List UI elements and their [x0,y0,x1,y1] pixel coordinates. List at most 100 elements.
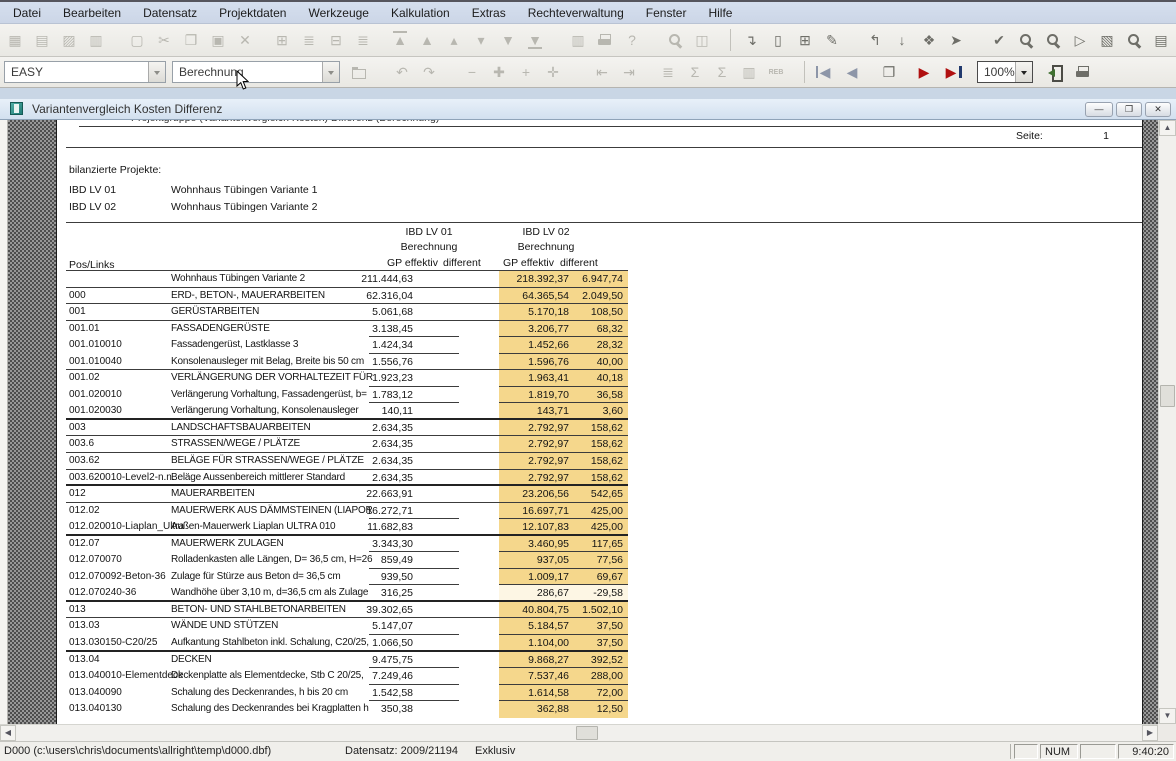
undo-icon[interactable]: ↶ [391,61,413,83]
form-view-icon[interactable]: ▥ [567,29,589,51]
menu-item-extras[interactable]: Extras [461,4,517,22]
vertical-scrollbar[interactable]: ▲ ▼ [1158,120,1176,724]
search-next-icon[interactable] [1042,29,1064,51]
move-page-down-icon[interactable]: ▼ [497,29,519,51]
cell-pos: 012.02 [69,503,100,520]
branch-down-icon[interactable]: ↓ [891,29,913,51]
help-icon[interactable]: ? [621,29,643,51]
view-combo-dropdown-button[interactable] [322,62,339,82]
menu-item-hilfe[interactable]: Hilfe [697,4,743,22]
check-document-icon[interactable]: ✔ [988,29,1010,51]
scroll-up-button[interactable]: ▲ [1159,120,1176,136]
export-report-icon[interactable]: ▤ [31,29,53,51]
insert-list-icon[interactable]: ≣ [298,29,320,51]
cell-d: 3,60 [573,403,628,420]
cell-pos: 003.6 [69,436,94,453]
split-view-icon[interactable]: ◫ [691,29,713,51]
menu-item-projektdaten[interactable]: Projektdaten [208,4,297,22]
edit-document-icon[interactable]: ✎ [821,29,843,51]
copy-icon[interactable]: ❐ [180,29,202,51]
export-grid-icon[interactable]: ▦ [4,29,26,51]
menu-item-bearbeiten[interactable]: Bearbeiten [52,4,132,22]
nav-first-icon[interactable]: ◀ [814,61,836,83]
zoom-combo[interactable]: 100% [977,61,1033,83]
catalog-icon[interactable]: ▯ [767,29,789,51]
insert-sub-position-icon[interactable]: ⊟ [325,29,347,51]
add-position-drag-icon[interactable]: ✛ [542,61,564,83]
open-folder-icon[interactable] [348,61,370,83]
remove-position-icon[interactable]: − [461,61,483,83]
search-icon[interactable] [664,29,686,51]
profile-combo-value[interactable]: EASY [5,62,148,82]
run-icon[interactable]: ▶ [913,61,935,83]
menu-item-kalkulation[interactable]: Kalkulation [380,4,461,22]
move-first-icon[interactable]: ▲ [389,29,411,51]
add-position-above-icon[interactable]: ✚ [488,61,510,83]
nav-prev-icon[interactable]: ◀ [841,61,863,83]
document-forward-icon[interactable]: ▷ [1069,29,1091,51]
insert-branch-icon[interactable]: ≣ [352,29,374,51]
add-document-icon[interactable]: ⊞ [794,29,816,51]
add-position-icon[interactable]: + [515,61,537,83]
print-icon[interactable] [594,29,616,51]
exit-icon[interactable] [1045,61,1067,83]
list-icon[interactable]: ≣ [657,61,679,83]
scroll-right-button[interactable]: ▶ [1142,725,1158,741]
paste-icon[interactable]: ▣ [207,29,229,51]
tile-windows-icon[interactable]: ❖ [918,29,940,51]
scroll-left-button[interactable]: ◀ [0,725,16,741]
branch-back-icon[interactable]: ↰ [864,29,886,51]
cell-v2: 64.365,54 [499,288,573,305]
menu-item-datensatz[interactable]: Datensatz [132,4,208,22]
page-number: 1 [1057,130,1109,142]
move-last-icon[interactable]: ▼ [524,29,546,51]
cell-v2: 362,88 [499,701,573,718]
cell-v2: 5.170,18 [499,304,573,321]
cell-pos: 013.040010-Elementdeck [69,668,183,685]
move-up-icon[interactable]: ▴ [443,29,465,51]
chart-document-icon[interactable]: ▧ [1096,29,1118,51]
cut-icon[interactable]: ✂ [153,29,175,51]
zoom-combo-dropdown-button[interactable] [1015,62,1032,82]
profile-combo-dropdown-button[interactable] [148,62,165,82]
sum-selected-icon[interactable]: Σ [684,61,706,83]
view-combo[interactable]: Berechnung [172,61,340,83]
delete-icon[interactable]: ✕ [234,29,256,51]
search-position-icon[interactable] [1123,29,1145,51]
sum-icon[interactable]: Σ [711,61,733,83]
reb-icon[interactable]: REB [765,61,787,83]
menu-item-werkzeuge[interactable]: Werkzeuge [297,4,379,22]
document-icon[interactable]: ▤ [1150,29,1172,51]
vertical-scroll-thumb[interactable] [1160,385,1175,407]
indent-icon[interactable]: ⇥ [618,61,640,83]
close-button[interactable]: ✕ [1145,102,1171,117]
move-down-icon[interactable]: ▾ [470,29,492,51]
profile-combo[interactable]: EASY [4,61,166,83]
copy-pages-icon[interactable]: ❐ [878,61,900,83]
run-to-end-icon[interactable]: ▶ [940,61,962,83]
search-database-icon[interactable] [1015,29,1037,51]
new-document-icon[interactable]: ▢ [126,29,148,51]
menu-item-datei[interactable]: Datei [2,4,52,22]
takeover-icon[interactable]: ↴ [740,29,762,51]
scroll-down-button[interactable]: ▼ [1159,708,1176,724]
zoom-combo-value[interactable]: 100% [978,62,1015,82]
status-num-lock: NUM [1040,744,1078,759]
menu-item-fenster[interactable]: Fenster [635,4,698,22]
restore-button[interactable]: ❐ [1116,102,1142,117]
export-book-icon[interactable]: ▥ [85,29,107,51]
report-row: 001.010010Fassadengerüst, Lastklasse 31.… [57,337,1142,354]
export-image-icon[interactable]: ▨ [58,29,80,51]
insert-position-icon[interactable]: ⊞ [271,29,293,51]
menu-item-rechteverwaltung[interactable]: Rechteverwaltung [517,4,635,22]
horizontal-scroll-thumb[interactable] [576,726,598,740]
print-report-icon[interactable] [1072,61,1094,83]
move-page-up-icon[interactable]: ▲ [416,29,438,51]
report-row: 003.620010-Level2-n.n.Beläge Aussenberei… [57,470,1142,487]
redo-icon[interactable]: ↷ [418,61,440,83]
outdent-icon[interactable]: ⇤ [591,61,613,83]
statistics-icon[interactable]: ▥ [738,61,760,83]
horizontal-scrollbar[interactable]: ◀ ▶ [0,724,1158,741]
minimize-button[interactable]: — [1085,102,1113,117]
send-icon[interactable]: ➤ [945,29,967,51]
